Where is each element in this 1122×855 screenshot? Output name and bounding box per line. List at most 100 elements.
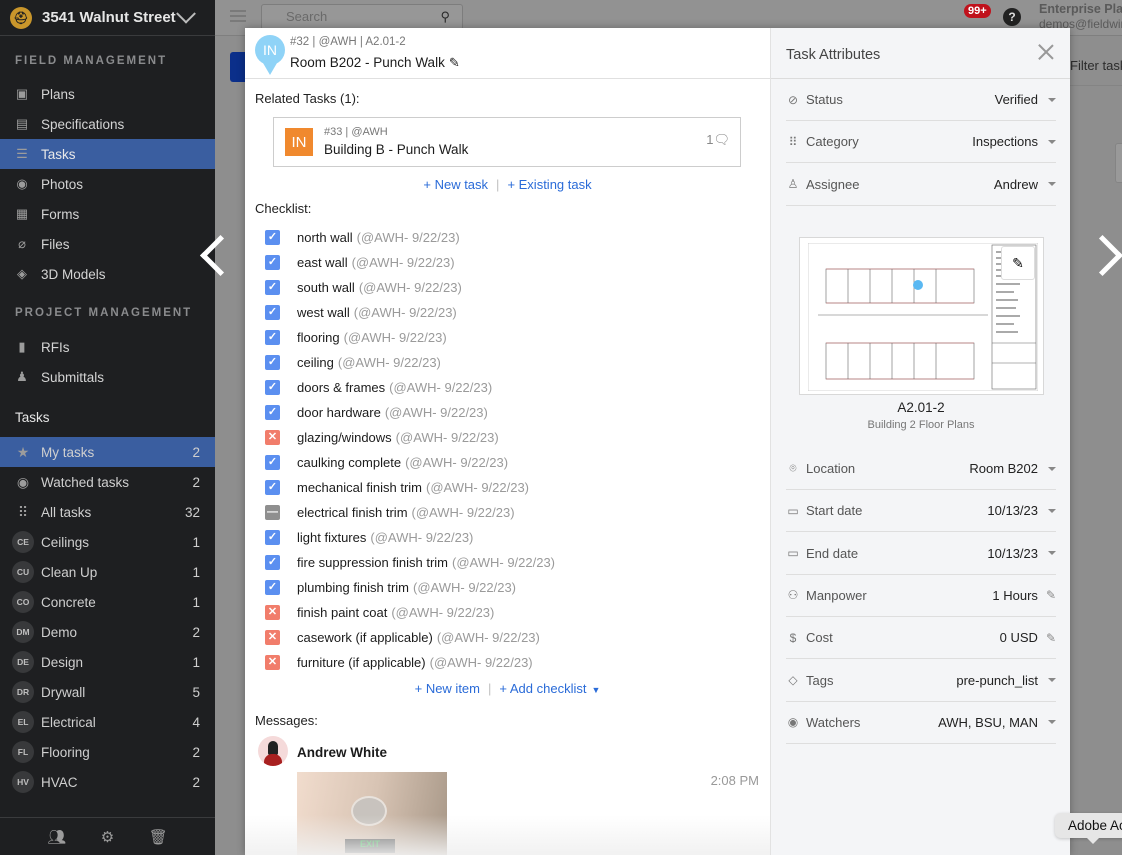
filter-tasks-button[interactable]: Filter tasks bbox=[1070, 58, 1122, 73]
task-title[interactable]: Room B202 - Punch Walk ✎ bbox=[290, 55, 460, 71]
trash-icon[interactable]: 🗑︎ bbox=[149, 828, 168, 846]
checkbox-checked[interactable]: ✓ bbox=[265, 380, 280, 395]
caret-down-icon[interactable] bbox=[1048, 508, 1056, 513]
notification-badge[interactable]: 99+ bbox=[964, 4, 991, 18]
checkbox-checked[interactable]: ✓ bbox=[265, 530, 280, 545]
checklist-item-text[interactable]: furniture (if applicable) bbox=[297, 655, 426, 670]
sidebar-item-specifications[interactable]: ▤ Specifications bbox=[0, 109, 215, 139]
caret-down-icon[interactable] bbox=[1048, 720, 1056, 725]
category-design[interactable]: DE Design 1 bbox=[0, 647, 215, 677]
checkbox-checked[interactable]: ✓ bbox=[265, 330, 280, 345]
checkbox-checked[interactable]: ✓ bbox=[265, 480, 280, 495]
sidebar-item-photos[interactable]: ◉ Photos bbox=[0, 169, 215, 199]
sidebar-item-tasks[interactable]: ☰ Tasks bbox=[0, 139, 215, 169]
category-demo[interactable]: DM Demo 2 bbox=[0, 617, 215, 647]
attribute-value[interactable]: AWH, BSU, MAN bbox=[938, 715, 1038, 730]
caret-down-icon[interactable] bbox=[1048, 97, 1056, 102]
checkbox-checked[interactable]: ✓ bbox=[265, 305, 280, 320]
plan-thumbnail[interactable]: ✎ bbox=[799, 237, 1044, 395]
checkbox-not-applicable[interactable]: — bbox=[265, 505, 280, 520]
checklist-item-text[interactable]: mechanical finish trim bbox=[297, 480, 422, 495]
checklist-item-text[interactable]: door hardware bbox=[297, 405, 381, 420]
add-checklist-link[interactable]: + Add checklist bbox=[499, 681, 586, 696]
attribute-cost[interactable]: $ Cost 0 USD ✎ bbox=[786, 617, 1056, 660]
category-hvac[interactable]: HV HVAC 2 bbox=[0, 767, 215, 797]
checklist-item-text[interactable]: casework (if applicable) bbox=[297, 630, 433, 645]
hamburger-menu-icon[interactable] bbox=[230, 10, 246, 22]
pencil-icon[interactable]: ✎ bbox=[1046, 588, 1056, 602]
checklist-item-text[interactable]: light fixtures bbox=[297, 530, 366, 545]
next-task-arrow-icon[interactable] bbox=[1086, 232, 1122, 274]
sidebar-item-plans[interactable]: ▣ Plans bbox=[0, 79, 215, 109]
search-icon[interactable]: ⚲ bbox=[440, 9, 450, 25]
attribute-assignee[interactable]: ♙ Assignee Andrew bbox=[786, 164, 1056, 206]
checklist-item-text[interactable]: doors & frames bbox=[297, 380, 385, 395]
sidebar-item-files[interactable]: ⌀ Files bbox=[0, 229, 215, 259]
category-flooring[interactable]: FL Flooring 2 bbox=[0, 737, 215, 767]
checkbox-checked[interactable]: ✓ bbox=[265, 230, 280, 245]
attribute-location[interactable]: ⌾ Location Room B202 bbox=[786, 448, 1056, 490]
attribute-status[interactable]: ⊘ Status Verified bbox=[786, 79, 1056, 121]
caret-down-icon[interactable] bbox=[1048, 678, 1056, 682]
sidebar-item-forms[interactable]: ▦ Forms bbox=[0, 199, 215, 229]
checklist-item-text[interactable]: electrical finish trim bbox=[297, 505, 408, 520]
sidebar-item-submittals[interactable]: ♟ Submittals bbox=[0, 362, 215, 392]
checklist-item-text[interactable]: plumbing finish trim bbox=[297, 580, 409, 595]
checkbox-checked[interactable]: ✓ bbox=[265, 355, 280, 370]
attribute-value[interactable]: 0 USD bbox=[1000, 630, 1038, 645]
help-icon[interactable]: ? bbox=[1003, 8, 1021, 26]
attribute-value[interactable]: 1 Hours bbox=[992, 588, 1038, 603]
pencil-icon[interactable]: ✎ bbox=[1046, 631, 1056, 645]
new-task-link[interactable]: + New task bbox=[423, 177, 488, 192]
task-filter-watched-tasks[interactable]: ◉ Watched tasks 2 bbox=[0, 467, 215, 497]
attribute-value[interactable]: 10/13/23 bbox=[987, 546, 1038, 561]
caret-down-icon[interactable] bbox=[1048, 466, 1056, 471]
caret-down-icon[interactable] bbox=[1048, 551, 1056, 556]
checkbox-checked[interactable]: ✓ bbox=[265, 455, 280, 470]
new-item-link[interactable]: + New item bbox=[415, 681, 480, 696]
attribute-value[interactable]: Verified bbox=[995, 92, 1038, 107]
checkbox-failed[interactable]: ✕ bbox=[265, 430, 280, 445]
people-icon[interactable]: 👥︎ bbox=[47, 828, 66, 846]
checklist-item-text[interactable]: flooring bbox=[297, 330, 340, 345]
attribute-value[interactable]: Andrew bbox=[994, 177, 1038, 192]
gear-icon[interactable]: ⚙ bbox=[101, 828, 114, 846]
project-selector[interactable]: ⛑ 3541 Walnut Street bbox=[0, 0, 215, 36]
checkbox-failed[interactable]: ✕ bbox=[265, 605, 280, 620]
checkbox-checked[interactable]: ✓ bbox=[265, 580, 280, 595]
category-clean-up[interactable]: CU Clean Up 1 bbox=[0, 557, 215, 587]
category-concrete[interactable]: CO Concrete 1 bbox=[0, 587, 215, 617]
caret-down-icon[interactable] bbox=[1048, 182, 1056, 187]
attribute-manpower[interactable]: ⚇ Manpower 1 Hours ✎ bbox=[786, 575, 1056, 617]
sidebar-item-3d-models[interactable]: ◈ 3D Models bbox=[0, 259, 215, 289]
attribute-value[interactable]: Inspections bbox=[972, 134, 1038, 149]
attribute-category[interactable]: ⠿ Category Inspections bbox=[786, 121, 1056, 164]
attribute-value[interactable]: pre-punch_list bbox=[956, 673, 1038, 688]
checklist-item-text[interactable]: caulking complete bbox=[297, 455, 401, 470]
category-electrical[interactable]: EL Electrical 4 bbox=[0, 707, 215, 737]
previous-task-arrow-icon[interactable] bbox=[196, 232, 232, 274]
edit-plan-button[interactable]: ✎ bbox=[1001, 246, 1035, 280]
checklist-item-text[interactable]: glazing/windows bbox=[297, 430, 392, 445]
chevron-down-icon[interactable] bbox=[176, 3, 196, 24]
checkbox-checked[interactable]: ✓ bbox=[265, 405, 280, 420]
checklist-item-text[interactable]: fire suppression finish trim bbox=[297, 555, 448, 570]
category-drywall[interactable]: DR Drywall 5 bbox=[0, 677, 215, 707]
caret-down-icon[interactable]: ▼ bbox=[591, 685, 600, 695]
search-input[interactable]: Search ⚲ bbox=[261, 4, 463, 30]
checkbox-failed[interactable]: ✕ bbox=[265, 630, 280, 645]
checklist-item-text[interactable]: west wall bbox=[297, 305, 350, 320]
attribute-value[interactable]: Room B202 bbox=[969, 461, 1038, 476]
checkbox-failed[interactable]: ✕ bbox=[265, 655, 280, 670]
checklist-item-text[interactable]: finish paint coat bbox=[297, 605, 387, 620]
task-filter-my-tasks[interactable]: ★ My tasks 2 bbox=[0, 437, 215, 467]
checkbox-checked[interactable]: ✓ bbox=[265, 555, 280, 570]
caret-down-icon[interactable] bbox=[1048, 139, 1056, 144]
checklist-item-text[interactable]: east wall bbox=[297, 255, 348, 270]
related-task-card[interactable]: IN #33 | @AWH Building B - Punch Walk 1🗨… bbox=[273, 117, 741, 167]
attribute-watchers[interactable]: ◉ Watchers AWH, BSU, MAN bbox=[786, 702, 1056, 744]
attribute-start-date[interactable]: ▭ Start date 10/13/23 bbox=[786, 490, 1056, 533]
attribute-end-date[interactable]: ▭ End date 10/13/23 bbox=[786, 533, 1056, 575]
close-icon[interactable] bbox=[1038, 44, 1054, 60]
task-filter-all-tasks[interactable]: ⠿ All tasks 32 bbox=[0, 497, 215, 527]
